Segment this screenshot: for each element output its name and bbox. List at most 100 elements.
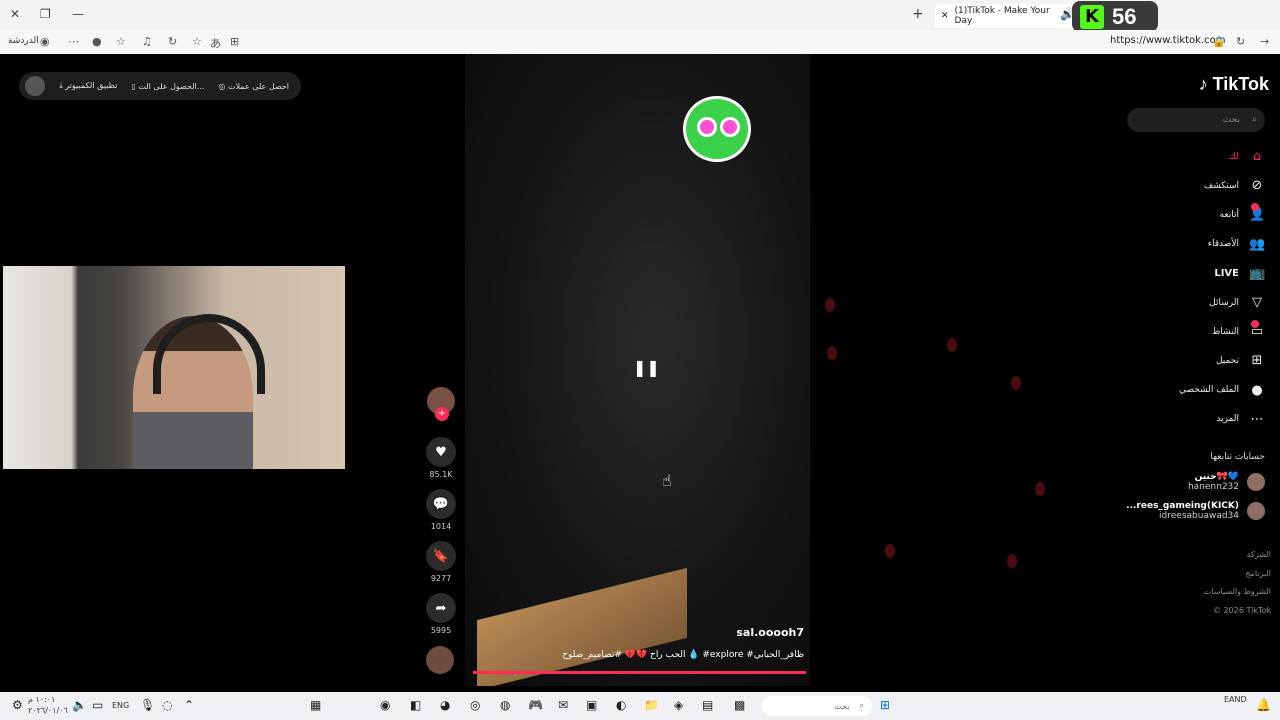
outlook-icon[interactable]: ✉	[558, 698, 568, 712]
nav-label: الرسائل	[1209, 297, 1239, 308]
sidebar-item-profile[interactable]: الملف الشخصي ●	[1115, 376, 1265, 405]
network-tray-icon[interactable]: ▭	[92, 698, 103, 712]
music-icon[interactable]: ♫	[142, 35, 152, 48]
show-hidden-icons[interactable]: ⌃	[184, 698, 194, 712]
heart-icon[interactable]: ♥	[426, 437, 456, 467]
nav-label: استكشف	[1203, 180, 1239, 191]
sidebar-item-more[interactable]: المزيد ⋯	[1115, 405, 1265, 434]
following-account[interactable]: حنين🎀💙 hanenn232	[1115, 472, 1265, 492]
more-icon[interactable]: ⋯	[68, 35, 79, 48]
input-language[interactable]: EAND	[1224, 695, 1247, 704]
reload-icon[interactable]: ↻	[1236, 35, 1245, 48]
windows-start-icon[interactable]: ⊞	[880, 698, 890, 712]
creator-avatar[interactable]: +	[427, 387, 455, 421]
footer-terms-link[interactable]: الشروط والسياسات	[1204, 583, 1271, 602]
chat-label[interactable]: الدردشة	[8, 36, 39, 46]
tiktok-sidebar: ♪ TikTok بحث ⌕ لك ⌂ استكشف ⊘ أتابعه 👤 الأصد…	[1111, 54, 1271, 686]
account-names: ...rees_gameing(KICK) idreesabuawad34	[1126, 501, 1239, 521]
sidebar-nav: لك ⌂ استكشف ⊘ أتابعه 👤 الأصدقاء 👥 LIVE 📺 الرس…	[1115, 142, 1265, 434]
sidebar-item-activity[interactable]: النشاط ▭	[1115, 317, 1265, 346]
edge-icon[interactable]: ◐	[616, 698, 626, 712]
settings-gear-icon[interactable]: ⚙	[12, 698, 23, 712]
desktop-app-link[interactable]: ⤓ تطبيق الكمبيوتر	[59, 81, 117, 91]
share-icon[interactable]: ➦	[426, 593, 456, 623]
url-text[interactable]: https://www.tiktok.com	[1110, 35, 1226, 46]
pause-icon[interactable]: ❚❚	[633, 358, 660, 377]
back-icon[interactable]: →	[1260, 35, 1269, 48]
nav-label: النشاط	[1211, 326, 1239, 337]
discord-icon[interactable]: ◕	[440, 698, 450, 712]
language-indicator[interactable]: ENG	[112, 701, 129, 710]
search-icon[interactable]: ⌕	[1252, 115, 1257, 125]
lock-icon[interactable]: 🔒	[1212, 35, 1226, 48]
video-progress-bar[interactable]	[473, 671, 806, 674]
app-icon[interactable]: ◈	[674, 698, 683, 712]
clock-date[interactable]: ٢٠٢٦/٠١/٠٦	[28, 706, 68, 715]
store-icon[interactable]: ▣	[586, 698, 597, 712]
creator-handle[interactable]: sal.ooooh7	[736, 626, 804, 639]
apps-icon[interactable]: ⊞	[230, 35, 239, 48]
follow-plus-icon[interactable]: +	[435, 407, 449, 421]
refresh-tab-icon[interactable]: ↻	[168, 35, 177, 48]
get-app-link[interactable]: ▯ الحصول على الت...	[131, 82, 204, 91]
teams-icon[interactable]: ◧	[410, 698, 421, 712]
taskbar-search[interactable]: بحث ⌕	[762, 696, 872, 716]
browser-tab-bar: ✕ ❐ — + ✕ (1)TikTok - Make Your Day 🔊 K …	[0, 0, 1280, 32]
sidebar-item-messages[interactable]: الرسائل ▽	[1115, 288, 1265, 317]
gamepad-icon[interactable]: 🎮	[528, 698, 543, 712]
close-tab-icon[interactable]: ✕	[941, 11, 949, 21]
bookmark-icon[interactable]: 🔖	[426, 541, 456, 571]
notepad-icon[interactable]: ▤	[702, 698, 713, 712]
tab-tiktok[interactable]: ✕ (1)TikTok - Make Your Day	[935, 4, 1075, 28]
volume-tray-icon[interactable]: 🔈	[72, 698, 87, 712]
video-caption: الحب راح 💔💔 #تصاميم_صلوح 💧 #explore #ظاف…	[562, 650, 804, 660]
sidebar-item-upload[interactable]: تحميل ⊞	[1115, 346, 1265, 375]
star-icon[interactable]: ☆	[192, 35, 202, 48]
sidebar-item-friends[interactable]: الأصدقاء 👥	[1115, 230, 1265, 259]
sidebar-item-live[interactable]: LIVE 📺	[1115, 259, 1265, 288]
following-account[interactable]: ...rees_gameing(KICK) idreesabuawad34	[1115, 501, 1265, 521]
mic-tray-icon[interactable]: 🎙	[140, 698, 155, 712]
search-input[interactable]: بحث ⌕	[1127, 108, 1265, 132]
comment-icon[interactable]: 💬	[426, 489, 456, 519]
get-coins-link[interactable]: ◎ احصل على عملات	[218, 82, 289, 91]
footer-program-link[interactable]: البرنامج	[1204, 565, 1271, 584]
extension-icon[interactable]: ●	[92, 35, 102, 48]
video-player[interactable]: ❚❚ sal.ooooh7 الحب راح 💔💔 #تصاميم_صلوح 💧…	[465, 54, 810, 686]
close-window-icon[interactable]: ✕	[10, 7, 20, 21]
new-tab-icon[interactable]: +	[912, 6, 924, 22]
obs-icon[interactable]: ◍	[500, 698, 510, 712]
nav-label: تحميل	[1215, 355, 1239, 366]
pinned-app-icon[interactable]: ▦	[310, 698, 321, 712]
top-promo-bar: ⤓ تطبيق الكمبيوتر ▯ الحصول على الت... ◎ …	[19, 72, 301, 100]
kick-viewer-badge: K 56	[1072, 1, 1158, 32]
wifi-tray-icon[interactable]: ◌	[162, 698, 172, 712]
sticker-eye-right	[720, 117, 740, 137]
steam-icon[interactable]: ◎	[470, 698, 480, 712]
translate-icon[interactable]: あ	[210, 35, 221, 51]
restore-window-icon[interactable]: ❐	[40, 7, 51, 21]
chrome-icon[interactable]: ◉	[380, 698, 390, 712]
copilot-icon[interactable]: ◉	[40, 35, 50, 48]
notification-icon[interactable]: 🔔	[1256, 698, 1271, 712]
background-light	[1035, 482, 1045, 496]
music-disc-avatar[interactable]	[426, 646, 454, 674]
widget-icon[interactable]: ▩	[734, 698, 745, 712]
account-handle: idreesabuawad34	[1159, 511, 1239, 521]
sidebar-item-following[interactable]: أتابعه 👤	[1115, 200, 1265, 229]
clock-time[interactable]: ١٠:٠١ م	[28, 695, 55, 704]
nav-label: أتابعه	[1219, 209, 1239, 220]
sidebar-item-explore[interactable]: استكشف ⊘	[1115, 171, 1265, 200]
upload-icon: ⊞	[1251, 353, 1263, 369]
sidebar-footer: الشركة البرنامج الشروط والسياسات © 2026 …	[1204, 546, 1271, 620]
account-display-name: ...rees_gameing(KICK)	[1126, 501, 1239, 511]
minimize-window-icon[interactable]: —	[72, 7, 84, 21]
tiktok-logo[interactable]: ♪ TikTok	[1199, 74, 1269, 95]
file-explorer-icon[interactable]: 📁	[644, 698, 659, 712]
sidebar-item-foryou[interactable]: لك ⌂	[1115, 142, 1265, 171]
footer-company-link[interactable]: الشركة	[1204, 546, 1271, 565]
user-avatar[interactable]	[25, 76, 45, 96]
background-light	[827, 346, 837, 360]
favorites-icon[interactable]: ☆	[116, 35, 126, 48]
notification-dot	[1251, 203, 1259, 212]
